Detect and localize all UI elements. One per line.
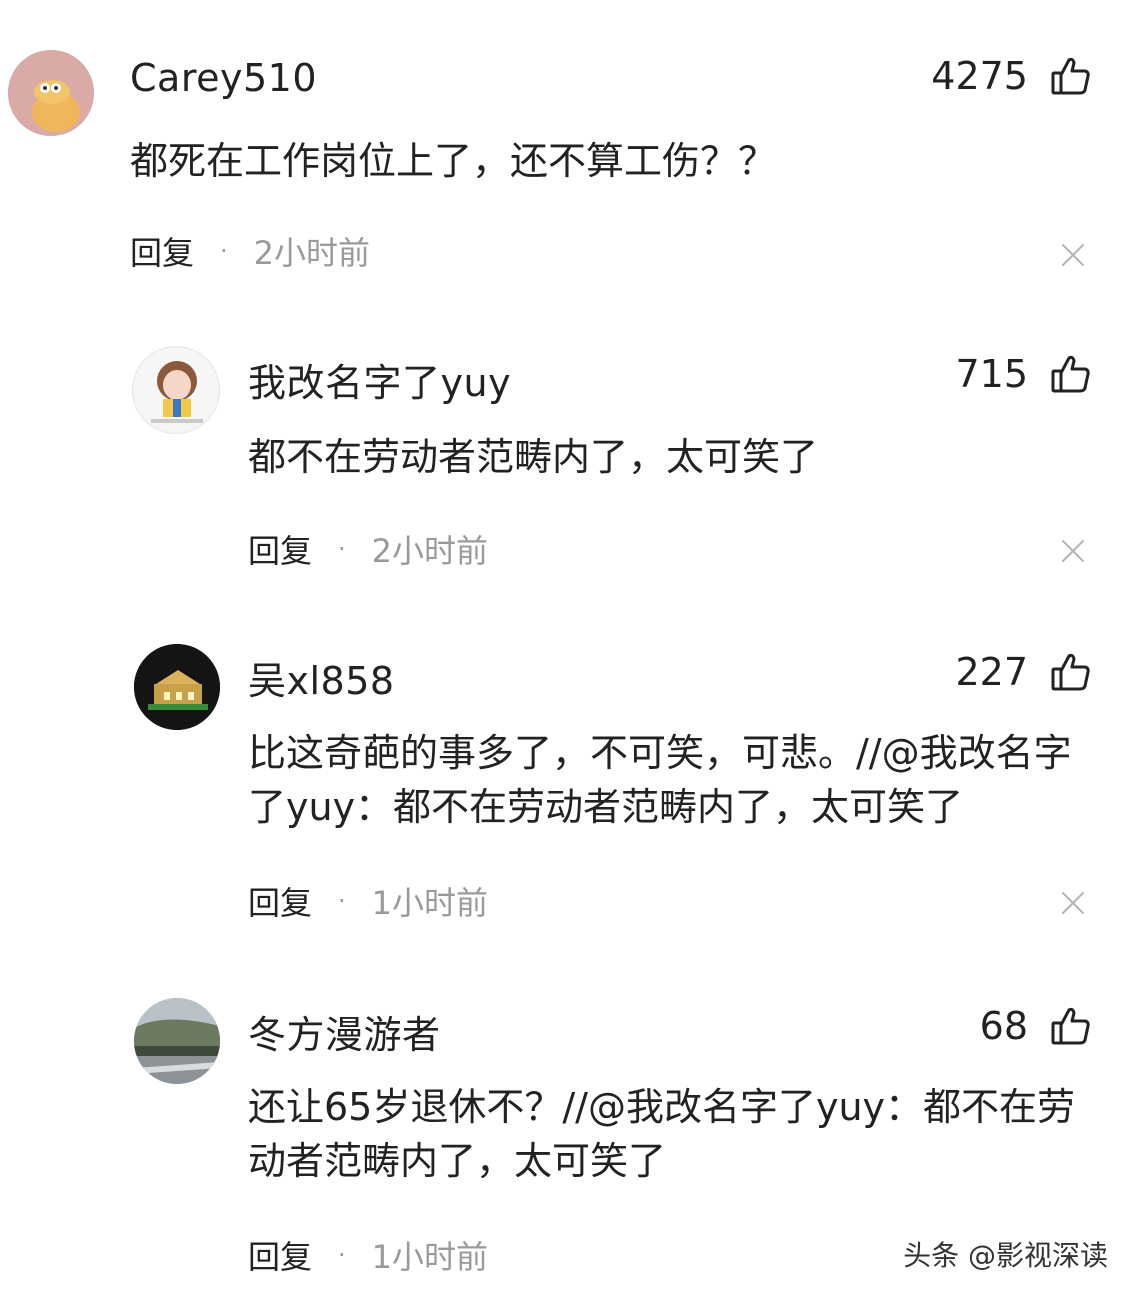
- like-count: 68: [979, 1004, 1028, 1048]
- avatar[interactable]: [134, 998, 220, 1084]
- comment-username[interactable]: 冬方漫游者: [248, 1004, 441, 1059]
- comment-list: Carey510 4275 都死在工作岗位上了，还不算工伤？？ 回复 · 2小时…: [0, 0, 1134, 1296]
- comment-text: 还让65岁退休不？//@我改名字了yuy：都不在劳动者范畴内了，太可笑了: [248, 1085, 1076, 1183]
- thumbs-up-icon: [1051, 1007, 1090, 1045]
- like-button[interactable]: 68: [980, 1004, 1092, 1048]
- reply-button[interactable]: 回复: [248, 1232, 312, 1278]
- comment-meta: 回复 · 1小时前: [248, 1232, 488, 1278]
- watermark: 头条 @影视深读: [903, 1239, 1108, 1272]
- comment-item: 冬方漫游者 68 还让65岁退休不？//@我改名字了yuy：都不在劳动者范畴内了…: [0, 0, 1134, 1296]
- separator-dot: ·: [338, 1241, 346, 1269]
- comment-time: 1小时前: [371, 1238, 489, 1276]
